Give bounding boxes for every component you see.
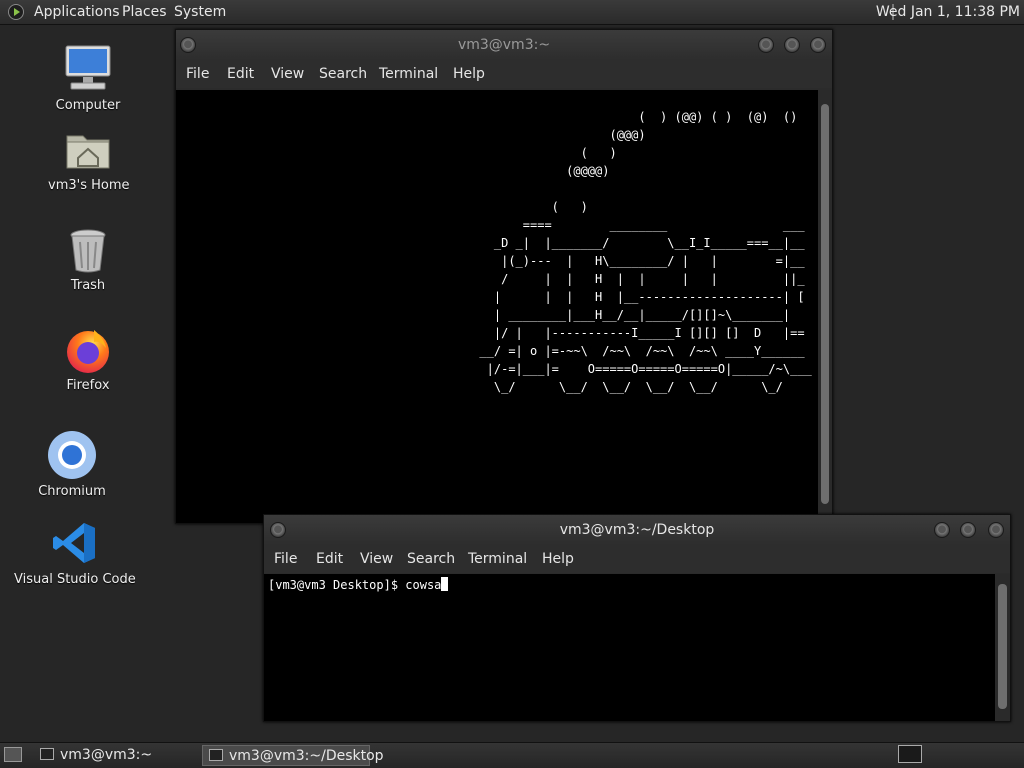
- desktop-icon-label: Computer: [55, 98, 121, 113]
- menu-terminal[interactable]: Terminal: [468, 551, 527, 567]
- window-titlebar[interactable]: vm3@vm3:~/Desktop: [264, 515, 1010, 545]
- show-desktop-icon[interactable]: [4, 747, 22, 762]
- desktop-icon-trash[interactable]: Trash: [48, 228, 128, 293]
- desktop-icon-label: Trash: [70, 278, 106, 293]
- scrollbar-thumb[interactable]: [821, 104, 829, 504]
- terminal-window-desktop[interactable]: vm3@vm3:~/Desktop File Edit View Search …: [263, 514, 1011, 722]
- terminal-icon: [40, 748, 54, 760]
- computer-icon: [65, 45, 111, 90]
- scrollbar-thumb[interactable]: [998, 584, 1007, 709]
- desktop-icon-vscode[interactable]: Visual Studio Code: [14, 520, 136, 587]
- window-title: vm3@vm3:~: [457, 37, 551, 53]
- menu-terminal[interactable]: Terminal: [379, 66, 438, 82]
- terminal-icon: [209, 749, 223, 761]
- maximize-button[interactable]: [784, 37, 800, 53]
- workspace-switcher-icon[interactable]: [898, 745, 922, 763]
- firefox-icon: [67, 330, 109, 373]
- taskbar-item-home-terminal[interactable]: vm3@vm3:~: [34, 745, 198, 766]
- terminal-window-home[interactable]: vm3@vm3:~ File Edit View Search Terminal…: [175, 29, 833, 524]
- terminal-output[interactable]: [vm3@vm3 Desktop]$ cowsa: [264, 574, 995, 721]
- desktop-icon-label: Firefox: [66, 378, 110, 393]
- window-menubar: File Edit View Search Terminal Help: [176, 60, 832, 88]
- clock[interactable]: Wed Jan 1, 11:38 PM: [876, 4, 1020, 20]
- trash-icon: [70, 229, 106, 273]
- desktop-icon-label: Visual Studio Code: [14, 572, 136, 587]
- applications-menu[interactable]: Applications: [34, 4, 120, 20]
- scrollbar[interactable]: [818, 90, 832, 523]
- terminal-output[interactable]: ( ) (@@) ( ) (@) () (@@@) ( ) (@@@@) ()…: [176, 90, 818, 523]
- minimize-button[interactable]: [934, 522, 950, 538]
- close-button[interactable]: [810, 37, 826, 53]
- scrollbar[interactable]: [995, 574, 1010, 721]
- menu-help[interactable]: Help: [542, 551, 574, 567]
- window-menubar: File Edit View Search Terminal Help: [264, 545, 1010, 573]
- menu-search[interactable]: Search: [319, 66, 367, 82]
- home-folder-icon: [66, 135, 110, 169]
- taskbar-item-label: vm3@vm3:~: [60, 747, 153, 763]
- system-menu[interactable]: System: [174, 4, 226, 20]
- text-cursor: [441, 577, 449, 591]
- menu-file[interactable]: File: [274, 551, 297, 567]
- desktop-icon-computer[interactable]: Computer: [48, 44, 128, 113]
- menu-file[interactable]: File: [186, 66, 209, 82]
- desktop-icon-firefox[interactable]: Firefox: [48, 326, 128, 393]
- bottom-panel: vm3@vm3:~ vm3@vm3:~/Desktop: [0, 742, 1024, 768]
- menu-search[interactable]: Search: [407, 551, 455, 567]
- top-panel: Applications Places System Wed Jan 1, 11…: [0, 0, 1024, 25]
- menu-help[interactable]: Help: [453, 66, 485, 82]
- chromium-icon: [48, 431, 96, 479]
- menu-view[interactable]: View: [271, 66, 304, 82]
- window-titlebar[interactable]: vm3@vm3:~: [176, 30, 832, 60]
- taskbar-item-desktop-terminal[interactable]: vm3@vm3:~/Desktop: [202, 745, 384, 766]
- desktop-icon-label: Chromium: [38, 484, 106, 499]
- desktop-icon-home[interactable]: vm3's Home: [48, 128, 130, 193]
- maximize-button[interactable]: [960, 522, 976, 538]
- menu-edit[interactable]: Edit: [227, 66, 254, 82]
- places-menu[interactable]: Places: [122, 4, 167, 20]
- applications-logo-icon[interactable]: [8, 4, 24, 20]
- window-menu-icon[interactable]: [270, 522, 286, 538]
- vscode-icon: [53, 523, 95, 563]
- window-title: vm3@vm3:~/Desktop: [559, 522, 715, 538]
- taskbar-item-label: vm3@vm3:~/Desktop: [229, 748, 384, 764]
- menu-view[interactable]: View: [360, 551, 393, 567]
- sl-train-ascii-art: ( ) (@@) ( ) (@) () (@@@) ( ) (@@@@) ()…: [479, 110, 812, 394]
- desktop-icon-label: vm3's Home: [48, 178, 130, 193]
- menu-edit[interactable]: Edit: [316, 551, 343, 567]
- window-menu-icon[interactable]: [180, 37, 196, 53]
- desktop-icon-chromium[interactable]: Chromium: [32, 430, 112, 499]
- command-prompt-line: [vm3@vm3 Desktop]$ cowsa: [268, 578, 442, 592]
- minimize-button[interactable]: [758, 37, 774, 53]
- close-button[interactable]: [988, 522, 1004, 538]
